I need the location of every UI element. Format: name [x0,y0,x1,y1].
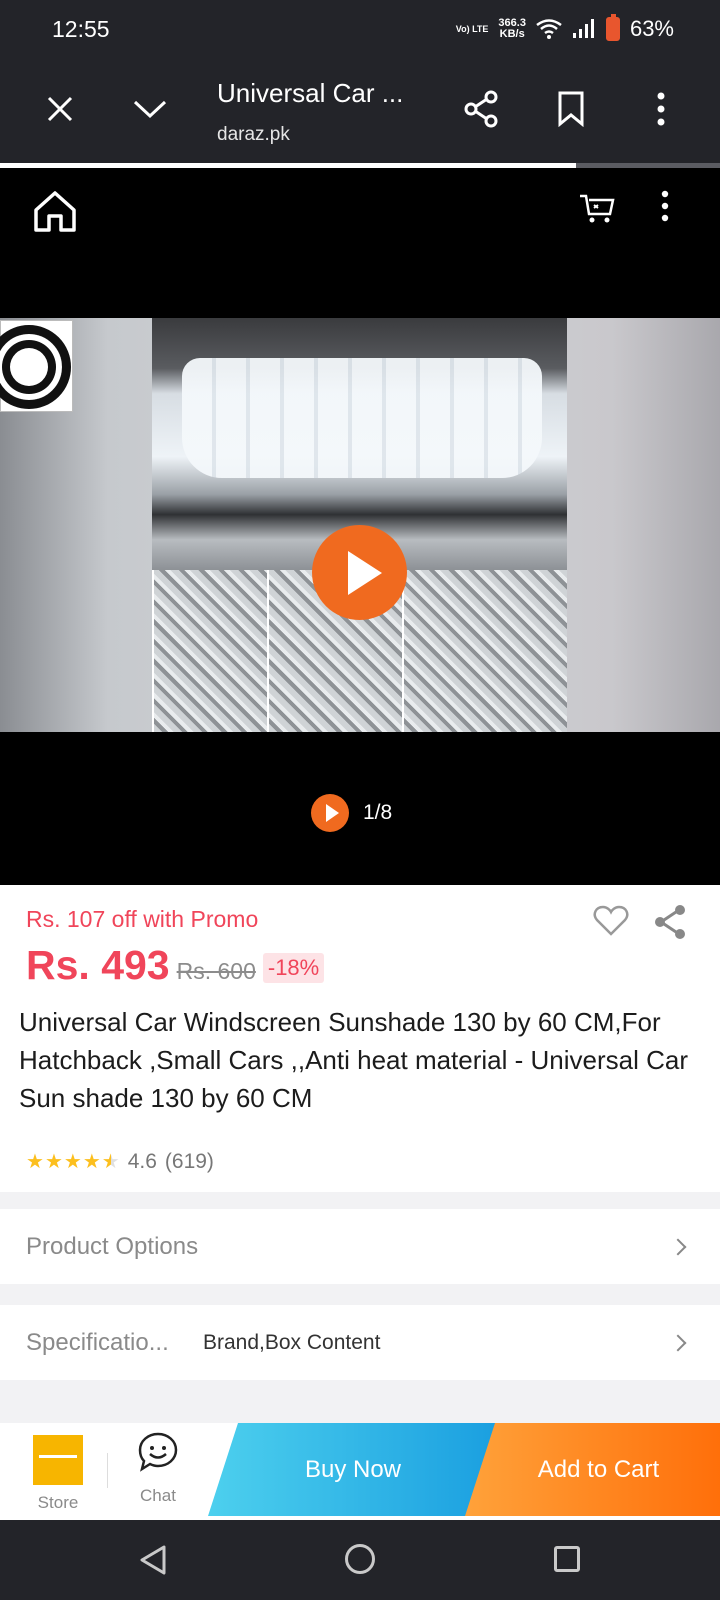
seller-logo-icon [0,325,71,409]
product-options-row[interactable]: Product Options [0,1209,720,1284]
page-title: Universal Car ... [217,78,404,108]
product-title: Universal Car Windscreen Sunshade 130 by… [19,1007,689,1113]
specifications-row[interactable]: Specificatio... Brand,Box Content [0,1305,720,1380]
chat-button[interactable]: Chat [128,1431,188,1506]
play-icon [311,794,349,832]
bookmark-button[interactable] [548,86,594,132]
battery-icon [605,14,620,41]
star-full-icon: ★ [63,1151,82,1173]
specifications-label: Specificatio... [26,1328,169,1356]
status-time: 12:55 [52,16,110,42]
star-half-icon: ★ [101,1151,120,1173]
minimize-button[interactable] [127,86,173,132]
original-price: Rs. 600 [176,958,256,984]
home-icon [34,191,76,232]
more-vert-icon [657,92,665,126]
status-bar: 12:55 Vo) LTE 366.3 KB/s 63% [0,0,720,60]
product-media: 1/8 [0,168,720,885]
rating-count: (619) [164,1150,214,1173]
discount-badge: -18% [262,953,325,983]
close-icon [47,96,73,122]
cart-icon [580,194,615,223]
store-label: Store [37,1493,79,1512]
chevron-down-icon [133,100,167,119]
action-separator [107,1453,108,1488]
chat-label: Chat [140,1486,176,1505]
share-icon [655,905,685,939]
speed-unit: KB/s [499,28,525,40]
home-button[interactable] [30,188,80,234]
back-icon[interactable] [138,1544,168,1576]
rating-stars: ★ ★ ★ ★ ★ [26,1152,120,1172]
share-product-button[interactable] [652,903,688,943]
battery-percent: 63% [629,16,674,41]
product-info: Rs. 107 off with Promo Rs. 493 Rs. 600 -… [0,885,720,1192]
home-nav-icon[interactable] [345,1544,375,1574]
section-divider [0,1192,720,1209]
chevron-right-icon [669,1238,687,1255]
promo-text: Rs. 107 off with Promo [26,906,259,932]
browser-toolbar: Universal Car ... daraz.pk [0,60,720,165]
signal-icon [572,19,594,38]
sunshade-graphic [182,358,542,478]
page-url[interactable]: daraz.pk [217,124,290,146]
chevron-right-icon [669,1334,687,1351]
cart-button[interactable] [578,190,618,226]
section-divider [0,1380,720,1423]
share-page-button[interactable] [458,86,504,132]
volte-indicator: Vo) LTE [455,23,489,34]
page-menu-button[interactable] [660,190,684,230]
star-full-icon: ★ [82,1151,101,1173]
more-vert-icon [661,190,669,222]
add-to-cart-button[interactable]: Add to Cart [465,1423,720,1516]
share-icon [464,90,498,128]
star-full-icon: ★ [44,1151,63,1173]
rating-row[interactable]: ★ ★ ★ ★ ★ 4.6 (619) [26,1150,214,1174]
bottom-action-bar: Store Chat Buy Now Add to Cart [0,1423,720,1520]
image-counter: 1/8 [363,801,393,824]
status-icons: Vo) LTE 366.3 KB/s 63% [455,14,674,42]
heart-icon [593,905,629,936]
star-full-icon: ★ [26,1151,44,1173]
product-options-label: Product Options [26,1232,199,1260]
store-logo-icon [33,1435,83,1485]
price-row: Rs. 493 Rs. 600 -18% [26,942,325,989]
media-counter: 1/8 [311,794,392,832]
product-thumbnail [402,570,567,732]
seller-logo-badge [0,320,73,412]
rating-value: 4.6 [127,1150,157,1173]
wifi-icon [536,19,562,39]
specifications-value: Brand,Box Content [203,1330,381,1354]
chat-icon [138,1432,178,1472]
recent-apps-icon[interactable] [554,1546,580,1572]
close-tab-button[interactable] [37,86,83,132]
network-speed: 366.3 KB/s [498,18,526,40]
current-price: Rs. 493 [26,942,170,988]
wishlist-button[interactable] [593,905,629,941]
section-divider [0,1284,720,1305]
product-thumbnail [152,570,267,732]
buy-now-button[interactable]: Buy Now [208,1423,498,1516]
play-video-button[interactable] [312,525,407,620]
store-button[interactable]: Store [24,1435,92,1513]
bookmark-icon [558,91,584,127]
browser-menu-button[interactable] [638,86,684,132]
system-nav-bar [0,1520,720,1600]
